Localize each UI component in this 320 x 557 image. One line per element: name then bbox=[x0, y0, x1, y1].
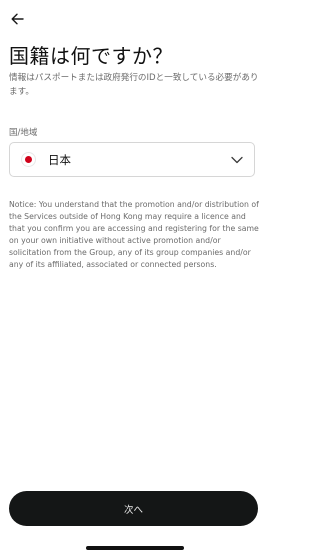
arrow-left-icon bbox=[11, 13, 24, 25]
flag-red-disc bbox=[25, 156, 32, 163]
next-button-label: 次へ bbox=[123, 504, 143, 516]
notice-text: Notice: You understand that the promotio… bbox=[9, 200, 259, 270]
page-subtitle: 情報はパスポートまたは政府発行のIDと一致している必要があります。 bbox=[9, 73, 259, 97]
home-indicator bbox=[86, 546, 184, 550]
country-select-value: 日本 bbox=[48, 153, 71, 167]
japan-flag-icon bbox=[22, 153, 35, 166]
back-button[interactable] bbox=[8, 10, 26, 28]
page-title: 国籍は何ですか？ bbox=[9, 44, 173, 68]
country-field-label: 国/地域 bbox=[9, 128, 38, 138]
next-button[interactable]: 次へ bbox=[9, 491, 258, 526]
country-select[interactable]: 日本 bbox=[9, 142, 255, 177]
chevron-down-icon bbox=[231, 156, 243, 164]
